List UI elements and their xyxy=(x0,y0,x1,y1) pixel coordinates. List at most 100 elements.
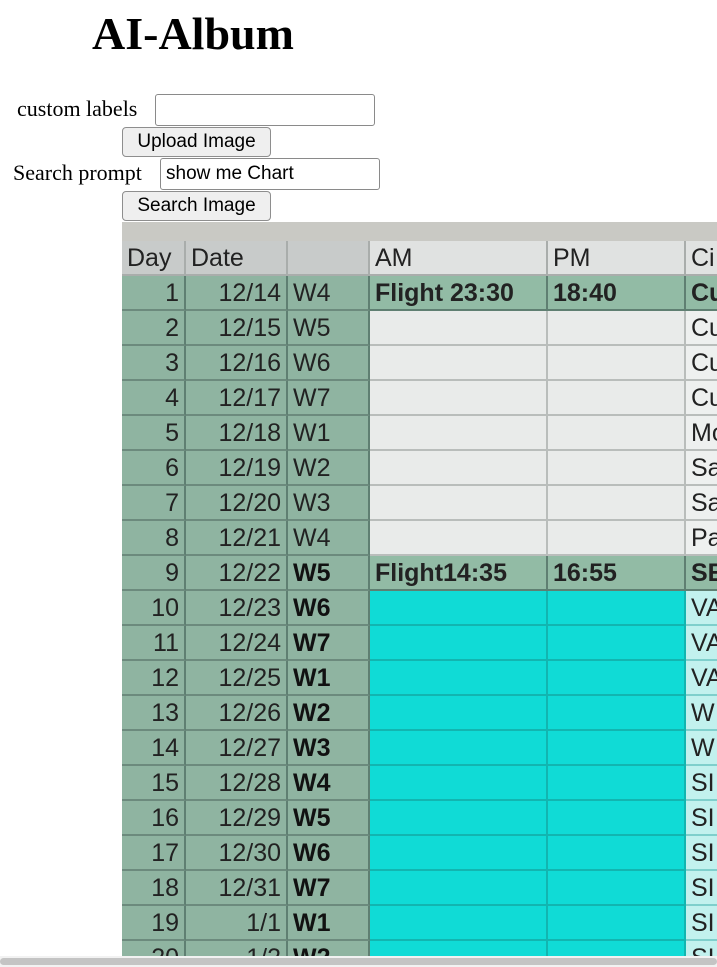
sheet-cell-day: 19 xyxy=(122,906,186,941)
header-date: Date xyxy=(186,241,288,276)
sheet-cell-week: W1 xyxy=(288,661,370,696)
sheet-cell-date: 12/28 xyxy=(186,766,288,801)
sheet-cell-date: 12/19 xyxy=(186,451,288,486)
sheet-cell-day: 5 xyxy=(122,416,186,451)
sheet-cell-week: W4 xyxy=(288,521,370,556)
horizontal-scrollbar[interactable] xyxy=(0,956,717,967)
sheet-cell-date: 12/24 xyxy=(186,626,288,661)
sheet-cell-am: Flight14:35 xyxy=(370,556,548,591)
sheet-cell-pm xyxy=(548,906,686,941)
sheet-cell-date: 12/25 xyxy=(186,661,288,696)
sheet-cell-week: W6 xyxy=(288,591,370,626)
sheet-cell-am xyxy=(370,836,548,871)
sheet-cell-week: W6 xyxy=(288,836,370,871)
sheet-cell-city: SE xyxy=(686,556,717,591)
sheet-cell-pm xyxy=(548,801,686,836)
sheet-cell-day: 8 xyxy=(122,521,186,556)
sheet-cell-pm xyxy=(548,521,686,556)
sheet-cell-am xyxy=(370,416,548,451)
sheet-row: 112/14W4Flight 23:3018:40Cu xyxy=(122,276,717,311)
sheet-cell-am xyxy=(370,486,548,521)
sheet-cell-city: Sa xyxy=(686,451,717,486)
sheet-cell-pm xyxy=(548,346,686,381)
sheet-row: 17 12/30 W6 SI xyxy=(122,836,717,871)
sheet-row: 15 12/28 W4 SI xyxy=(122,766,717,801)
sheet-cell-day: 9 xyxy=(122,556,186,591)
sheet-cell-date: 12/14 xyxy=(186,276,288,311)
header-city: Ci xyxy=(686,241,717,276)
sheet-cell-am xyxy=(370,801,548,836)
sheet-cell-day: 4 xyxy=(122,381,186,416)
custom-labels-input[interactable] xyxy=(155,94,375,126)
sheet-cell-pm xyxy=(548,871,686,906)
sheet-cell-day: 12 xyxy=(122,661,186,696)
sheet-cell-city: SI xyxy=(686,766,717,801)
sheet-cell-pm xyxy=(548,416,686,451)
sheet-cell-am xyxy=(370,451,548,486)
sheet-cell-day: 18 xyxy=(122,871,186,906)
sheet-cell-week: W7 xyxy=(288,626,370,661)
sheet-cell-day: 11 xyxy=(122,626,186,661)
sheet-cell-date: 12/23 xyxy=(186,591,288,626)
sheet-cell-day: 2 xyxy=(122,311,186,346)
sheet-cell-week: W5 xyxy=(288,556,370,591)
sheet-row: 712/20W3 Sa xyxy=(122,486,717,521)
sheet-cell-day: 15 xyxy=(122,766,186,801)
sheet-cell-am xyxy=(370,346,548,381)
header-am: AM xyxy=(370,241,548,276)
sheet-cell-date: 12/22 xyxy=(186,556,288,591)
sheet-row: 312/16W6 Cu xyxy=(122,346,717,381)
sheet-cell-week: W1 xyxy=(288,906,370,941)
header-pm: PM xyxy=(548,241,686,276)
sheet-row: 16 12/29 W5 SI xyxy=(122,801,717,836)
custom-labels-label: custom labels xyxy=(17,96,138,121)
sheet-cell-am xyxy=(370,626,548,661)
sheet-cell-day: 13 xyxy=(122,696,186,731)
sheet-row: 412/17W7 Cu xyxy=(122,381,717,416)
sheet-row: 612/19W2 Sa xyxy=(122,451,717,486)
result-image: Day Date AM PM Ci 1 12/14 W4 Flight 23:30 18… xyxy=(122,222,717,956)
sheet-row: 912/22W5Flight14:3516:55SE xyxy=(122,556,717,591)
sheet-cell-city: VA xyxy=(686,591,717,626)
sheet-cell-week: W7 xyxy=(288,381,370,416)
sheet-cell-date: 12/26 xyxy=(186,696,288,731)
search-prompt-input[interactable] xyxy=(160,158,380,190)
sheet-row: 14 12/27 W3 W xyxy=(122,731,717,766)
header-week xyxy=(288,241,370,276)
sheet-cell-day: 6 xyxy=(122,451,186,486)
sheet-cell-date: 12/21 xyxy=(186,521,288,556)
sheet-row: 1212/25W1 VA xyxy=(122,661,717,696)
sheet-row: 18 12/31 W7 SI xyxy=(122,871,717,906)
search-image-button[interactable]: Search Image xyxy=(122,191,271,221)
sheet-header-row: Day Date AM PM Ci xyxy=(122,241,717,276)
sheet-cell-day: 17 xyxy=(122,836,186,871)
sheet-cell-am xyxy=(370,871,548,906)
sheet-cell-pm xyxy=(548,591,686,626)
sheet-cell-am xyxy=(370,521,548,556)
sheet-row: 512/18W1 Mo xyxy=(122,416,717,451)
sheet-cell-day: 1 xyxy=(122,276,186,311)
sheet-cell-pm xyxy=(548,696,686,731)
scrollbar-thumb[interactable] xyxy=(0,958,717,965)
sheet-cell-pm xyxy=(548,766,686,801)
sheet-cell-week: W2 xyxy=(288,941,370,956)
search-prompt-label: Search prompt xyxy=(13,160,142,185)
sheet-cell-pm xyxy=(548,941,686,956)
sheet-cell-am xyxy=(370,311,548,346)
sheet-cell-date: 12/20 xyxy=(186,486,288,521)
sheet-cell-city: Cu xyxy=(686,381,717,416)
sheet-cell-city: VA xyxy=(686,661,717,696)
sheet-cell-day: 16 xyxy=(122,801,186,836)
sheet-cell-city: SI xyxy=(686,906,717,941)
sheet-cell-date: 12/16 xyxy=(186,346,288,381)
sheet-row: 19 1/1 W1 SI xyxy=(122,906,717,941)
sheet-cell-am xyxy=(370,381,548,416)
sheet-cell-am xyxy=(370,941,548,956)
sheet-cell-week: W2 xyxy=(288,451,370,486)
sheet-cell-pm xyxy=(548,626,686,661)
sheet-cell-am xyxy=(370,696,548,731)
sheet-cell-week: W7 xyxy=(288,871,370,906)
sheet-cell-day: 7 xyxy=(122,486,186,521)
app-title: AI-Album xyxy=(92,8,294,59)
upload-image-button[interactable]: Upload Image xyxy=(122,127,271,157)
